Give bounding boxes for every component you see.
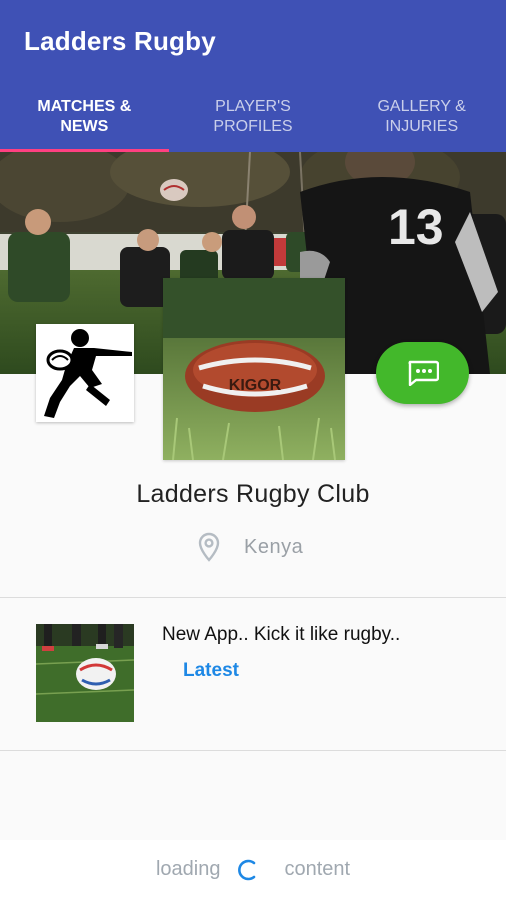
- location-row: Kenya: [198, 532, 303, 562]
- club-name: Ladders Rugby Club: [136, 480, 370, 508]
- news-tag: Latest: [183, 660, 239, 681]
- app-bar: Ladders Rugby Matches & News Player's Pr…: [0, 0, 506, 152]
- loading-footer: loading content: [0, 840, 506, 900]
- news-list-item[interactable]: New App.. Kick it like rugby.. Latest: [0, 598, 506, 750]
- tab-player-profiles[interactable]: Player's Profiles: [169, 88, 338, 152]
- jersey-number: 13: [388, 199, 444, 255]
- club-logo: [36, 324, 134, 422]
- chat-bubble-icon: [408, 360, 439, 386]
- tab-gallery-injuries[interactable]: Gallery & Injuries: [337, 88, 506, 152]
- tab-label: Player's Profiles: [213, 98, 293, 135]
- content-label: content: [284, 858, 351, 880]
- location-pin-icon: [198, 532, 220, 562]
- tab-label: Matches & News: [37, 98, 132, 135]
- tab-matches-news[interactable]: Matches & News: [0, 88, 169, 152]
- app-screen: Ladders Rugby Matches & News Player's Pr…: [0, 0, 506, 900]
- tab-label: Gallery & Injuries: [377, 98, 466, 135]
- profile-photo: KIGOR: [163, 278, 345, 460]
- spinner-icon: [238, 859, 256, 880]
- app-title: Ladders Rugby: [24, 26, 216, 56]
- rugby-player-logo-icon: [44, 329, 132, 418]
- tab-bar: Matches & News Player's Profiles Gallery…: [0, 88, 506, 152]
- divider: [0, 750, 506, 751]
- news-thumbnail: [36, 624, 134, 722]
- chat-button[interactable]: [376, 342, 469, 404]
- location-text: Kenya: [244, 535, 304, 558]
- loading-label: loading: [155, 858, 221, 880]
- ball-brand: KIGOR: [229, 377, 282, 394]
- news-title: New App.. Kick it like rugby..: [162, 624, 401, 645]
